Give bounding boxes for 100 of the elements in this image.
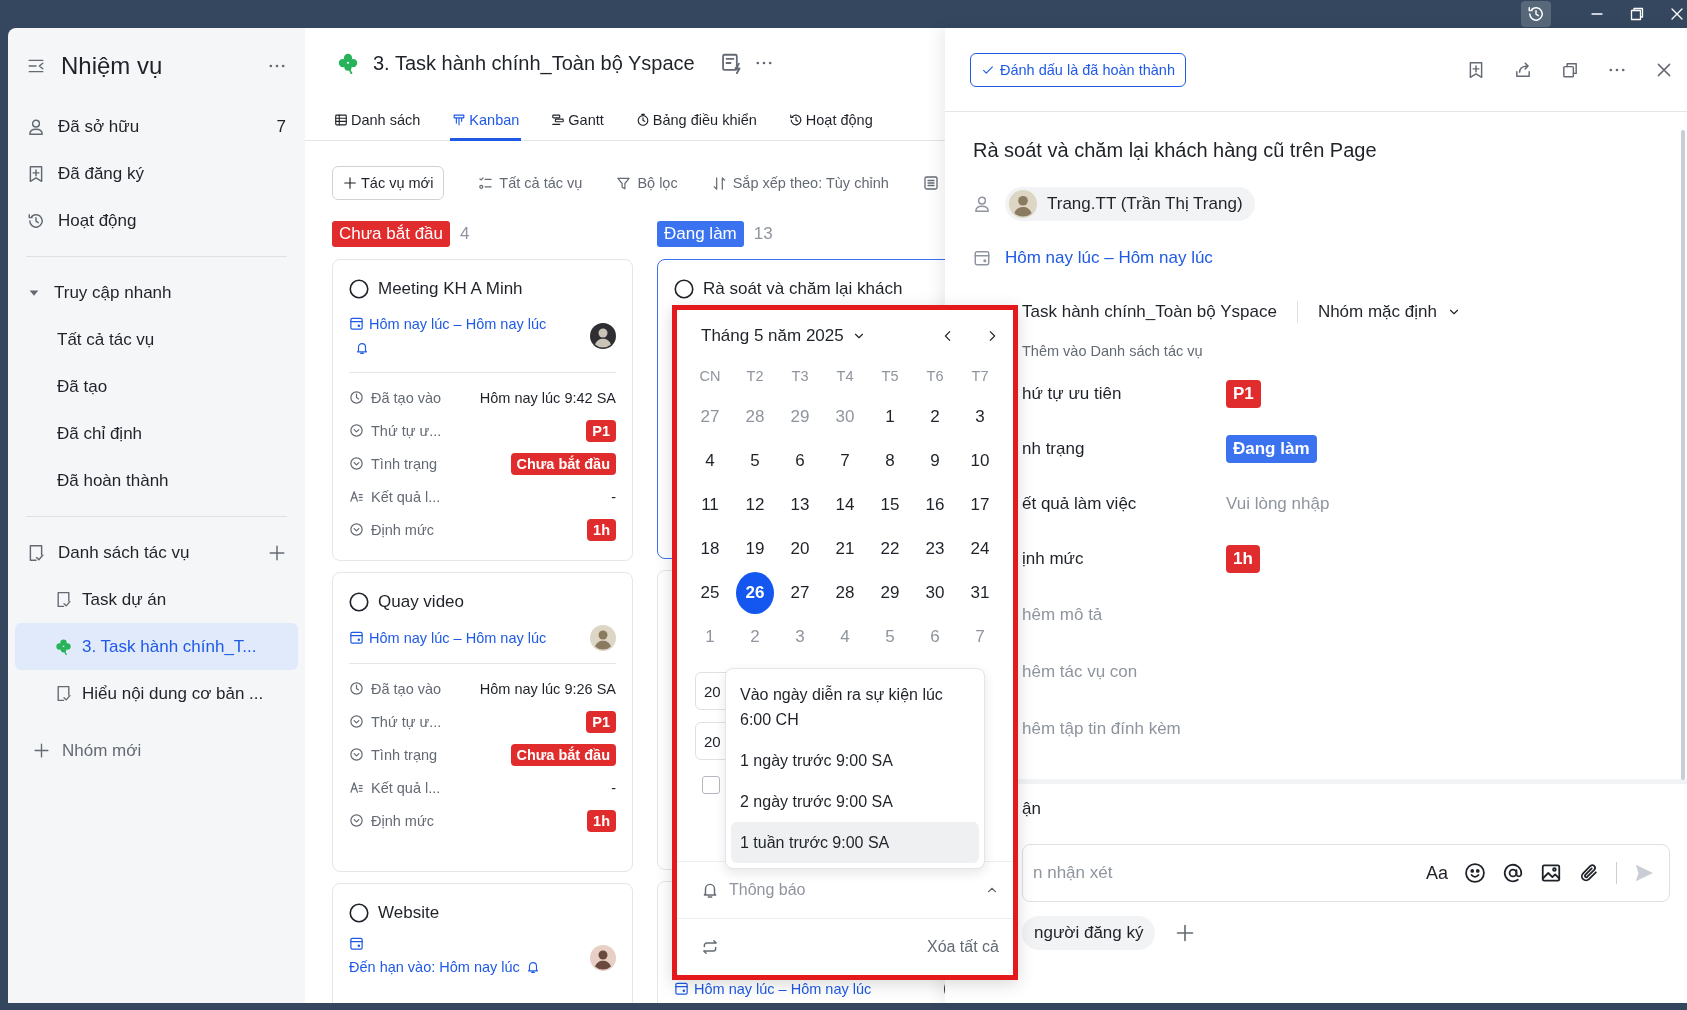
- menu-item[interactable]: 1 ngày trước 9:00 SA: [731, 740, 979, 781]
- calendar-day[interactable]: 17: [961, 484, 999, 526]
- paperclip-icon[interactable]: [1578, 862, 1600, 884]
- calendar-day[interactable]: 12: [736, 484, 774, 526]
- add-icon[interactable]: [268, 543, 286, 562]
- clear-all-button[interactable]: Xóa tất cả: [926, 938, 999, 956]
- calendar-day[interactable]: 22: [871, 528, 909, 570]
- calendar-day[interactable]: 8: [871, 440, 909, 482]
- calendar-day[interactable]: 28: [826, 572, 864, 614]
- close-icon[interactable]: [1669, 6, 1685, 22]
- automation-icon[interactable]: [720, 52, 743, 74]
- tag[interactable]: Đang làm: [1226, 434, 1317, 463]
- copy-icon[interactable]: [1561, 60, 1579, 79]
- task-title: Meeting KH A Minh: [378, 279, 523, 299]
- task-card[interactable]: Website Đến hạn vào: Hôm nay lúc: [332, 883, 633, 1003]
- repeat-icon[interactable]: [701, 938, 719, 956]
- menu-item[interactable]: 1 tuần trước 9:00 SA: [731, 822, 979, 863]
- list-icon[interactable]: [922, 175, 939, 191]
- task-card[interactable]: Meeting KH A Minh Hôm nay lúc – Hôm nay lúc Đã tạo vào Hôm nay lúc 9:42 SA Thứ tự ư... P1 Tình trạng Chưa bắt đầu Kết quả l... - Định mức 1h: [332, 259, 633, 561]
- assignee-chip[interactable]: Trang.TT (Trần Thị Trang): [1005, 187, 1255, 221]
- add-to-list-link[interactable]: Thêm vào Danh sách tác vụ: [1022, 336, 1687, 366]
- calendar-day[interactable]: 15: [871, 484, 909, 526]
- calendar-day[interactable]: 21: [826, 528, 864, 570]
- calendar-day[interactable]: 27: [781, 572, 819, 614]
- checkbox-circle[interactable]: [349, 279, 369, 299]
- sidebar-item[interactable]: Hiểu nội dung cơ bản ...: [15, 670, 298, 717]
- history-icon: [788, 112, 803, 127]
- comment-field[interactable]: n nhận xét Aa: [1022, 844, 1670, 902]
- menu-item[interactable]: 2 ngày trước 9:00 SA: [731, 781, 979, 822]
- tag[interactable]: 1h: [1226, 544, 1260, 573]
- sidebar-item[interactable]: Đã sở hữu 7: [15, 103, 298, 150]
- calendar-day[interactable]: 6: [781, 440, 819, 482]
- sidebar-item[interactable]: Đã tạo: [15, 363, 298, 410]
- calendar-day[interactable]: 3: [961, 396, 999, 438]
- calendar-day[interactable]: 4: [691, 440, 729, 482]
- sidebar-item[interactable]: Đã đăng ký: [15, 150, 298, 197]
- checkbox[interactable]: [702, 776, 720, 794]
- emoji-icon[interactable]: [1464, 862, 1486, 884]
- calendar-day[interactable]: 10: [961, 440, 999, 482]
- calendar-day[interactable]: 13: [781, 484, 819, 526]
- calendar-day[interactable]: 2: [916, 396, 954, 438]
- calendar-day[interactable]: 31: [961, 572, 999, 614]
- avatar: [590, 323, 616, 349]
- scrollbar[interactable]: [1681, 130, 1685, 780]
- calendar-day[interactable]: 1: [871, 396, 909, 438]
- format-button[interactable]: Aa: [1425, 862, 1448, 884]
- calendar-day[interactable]: 23: [916, 528, 954, 570]
- sidebar-item[interactable]: Đã chỉ định: [15, 410, 298, 457]
- view-tab[interactable]: Hoạt động: [786, 98, 875, 141]
- calendar-day[interactable]: 5: [736, 440, 774, 482]
- calendar-day[interactable]: 14: [826, 484, 864, 526]
- task-card[interactable]: Quay video Hôm nay lúc – Hôm nay lúc Đã tạo vào Hôm nay lúc 9:26 SA Thứ tự ư... P1 Tình trạng Chưa bắt đầu Kết quả l... - Định mức 1h: [332, 572, 633, 872]
- view-tab[interactable]: Bảng điều khiển: [633, 98, 759, 141]
- share-icon[interactable]: [1514, 60, 1532, 79]
- calendar-day[interactable]: 18: [691, 528, 729, 570]
- group-dropdown[interactable]: Nhóm mặc định: [1317, 302, 1461, 322]
- toolbar-button[interactable]: Bộ lọc: [616, 175, 678, 191]
- view-tab[interactable]: Gantt: [549, 98, 606, 141]
- calendar-day[interactable]: 29: [871, 572, 909, 614]
- toolbar-button[interactable]: Sắp xếp theo: Tùy chỉnh: [711, 175, 889, 191]
- checkbox-circle[interactable]: [349, 903, 369, 923]
- calendar-day[interactable]: 24: [961, 528, 999, 570]
- bookmark-icon[interactable]: [1467, 60, 1485, 79]
- collapse-icon[interactable]: [27, 57, 45, 75]
- view-tab[interactable]: Danh sách: [332, 98, 423, 141]
- calendar-day[interactable]: 16: [916, 484, 954, 526]
- toolbar-button[interactable]: Tất cả tác vụ: [478, 175, 583, 191]
- calendar-day[interactable]: 30: [916, 572, 954, 614]
- new-task-button[interactable]: Tác vụ mới: [332, 166, 445, 200]
- calendar-day[interactable]: 25: [691, 572, 729, 614]
- calendar-day[interactable]: 11: [691, 484, 729, 526]
- sidebar-item[interactable]: Task dự án: [15, 576, 298, 623]
- checkbox-circle[interactable]: [674, 279, 694, 299]
- view-tab[interactable]: Kanban: [450, 98, 522, 141]
- sidebar-item[interactable]: 3. Task hành chính_T...: [15, 623, 298, 670]
- image-icon[interactable]: [1540, 862, 1562, 884]
- restore-icon[interactable]: [1629, 6, 1645, 22]
- month-dropdown[interactable]: Tháng 5 năm 2025: [701, 326, 866, 346]
- add-icon[interactable]: [1175, 923, 1196, 943]
- new-group-button[interactable]: Nhóm mới: [15, 727, 298, 774]
- calendar-day[interactable]: 20: [781, 528, 819, 570]
- text-field-icon: [349, 489, 364, 504]
- sidebar-item[interactable]: Tất cả tác vụ: [15, 316, 298, 363]
- weekday-label: T4: [835, 367, 855, 386]
- history-button[interactable]: [1521, 1, 1551, 27]
- date-range[interactable]: Hôm nay lúc – Hôm nay lúc: [1005, 248, 1213, 268]
- field-label: Thứ tự ư...: [371, 713, 443, 730]
- calendar-day[interactable]: 9: [916, 440, 954, 482]
- calendar-day[interactable]: 7: [826, 440, 864, 482]
- mark-complete-button[interactable]: Đánh dấu là đã hoàn thành: [970, 52, 1186, 87]
- mention-icon[interactable]: [1502, 862, 1524, 884]
- calendar-day[interactable]: 19: [736, 528, 774, 570]
- subscribers-chip[interactable]: người đăng ký: [1022, 916, 1156, 950]
- sidebar-item[interactable]: Đã hoàn thành: [15, 457, 298, 504]
- checkbox-circle[interactable]: [349, 592, 369, 612]
- tag[interactable]: P1: [1226, 379, 1261, 408]
- sidebar-item[interactable]: Hoạt động: [15, 197, 298, 244]
- section-header[interactable]: Truy cập nhanh: [15, 269, 298, 316]
- menu-item[interactable]: Vào ngày diễn ra sự kiện lúc 6:00 CH: [731, 674, 979, 740]
- calendar-day[interactable]: 26: [736, 572, 774, 614]
